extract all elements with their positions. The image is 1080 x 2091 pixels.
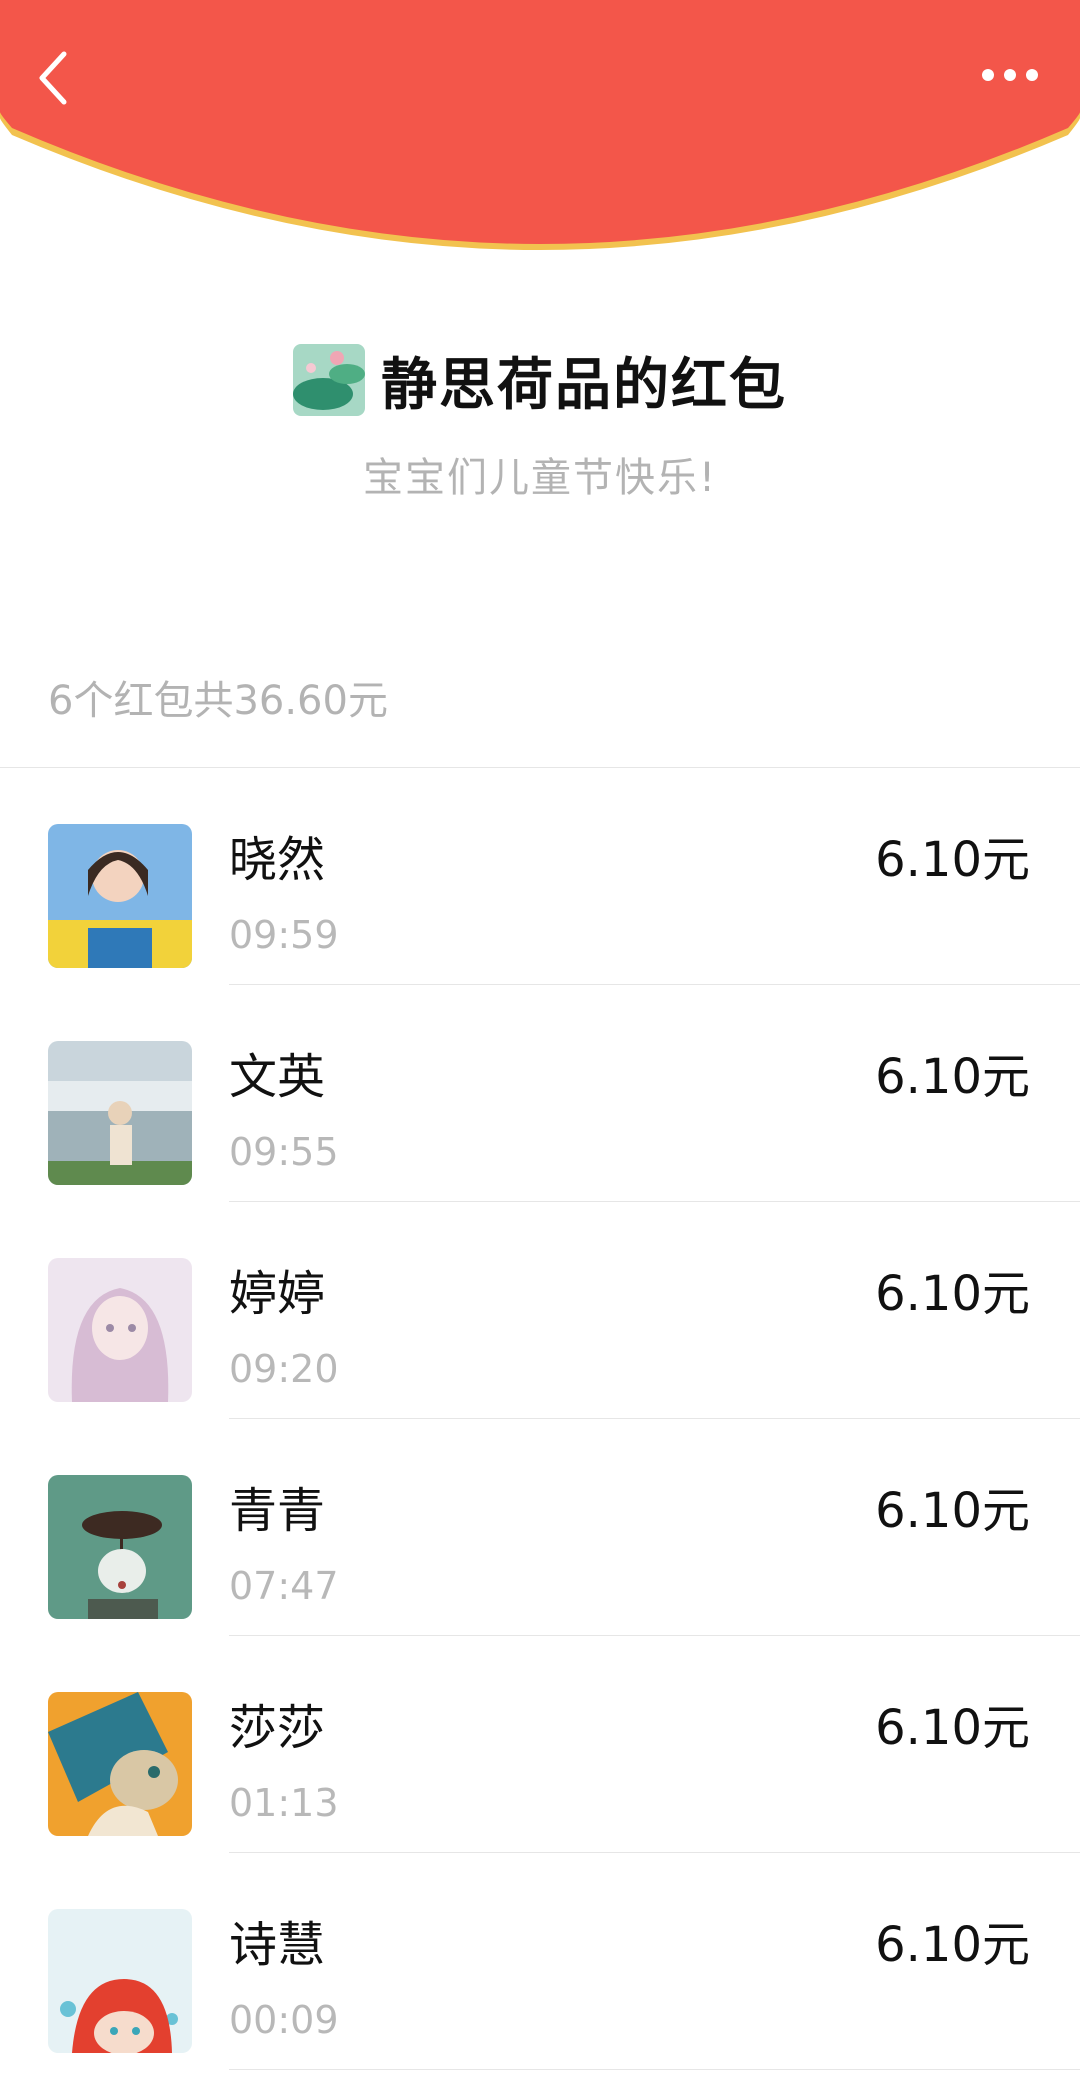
receive-time: 00:09 [229,1998,339,2042]
receive-time: 09:55 [229,1130,339,1174]
divider [229,2069,1080,2070]
receiver-name: 青青 [229,1483,326,1539]
receive-time: 01:13 [229,1781,339,1825]
receiver-name: 诗慧 [229,1917,326,1973]
more-button[interactable] [970,40,1050,110]
avatar[interactable] [48,1692,192,1836]
ellipsis-icon [982,69,1038,81]
list-item[interactable]: 诗慧 00:09 6.10元 [0,1853,1080,2070]
avatar[interactable] [48,1475,192,1619]
receive-amount: 6.10元 [875,832,1030,888]
receive-amount: 6.10元 [875,1049,1030,1105]
list-item[interactable]: 婷婷 09:20 6.10元 [0,1202,1080,1419]
packet-summary: 6个红包共36.60元 [48,678,388,724]
receiver-list: 晓然 09:59 6.10元 文英 09:55 6.10元 婷婷 09:20 6… [0,768,1080,2070]
receive-amount: 6.10元 [875,1483,1030,1539]
back-button[interactable] [30,40,90,110]
avatar[interactable] [48,824,192,968]
receiver-name: 莎莎 [229,1700,326,1756]
receiver-name: 文英 [229,1049,326,1105]
sender-info: 静思荷品的红包 [0,340,1080,420]
avatar[interactable] [48,1258,192,1402]
receive-amount: 6.10元 [875,1700,1030,1756]
list-item[interactable]: 晓然 09:59 6.10元 [0,768,1080,985]
list-item[interactable]: 青青 07:47 6.10元 [0,1419,1080,1636]
red-packet-header [0,0,1080,260]
blessing-text: 宝宝们儿童节快乐! [362,455,718,501]
receive-amount: 6.10元 [875,1266,1030,1322]
receive-time: 09:59 [229,913,339,957]
receive-time: 07:47 [229,1564,339,1608]
sender-title: 静思荷品的红包 [381,352,787,418]
list-item[interactable]: 文英 09:55 6.10元 [0,985,1080,1202]
receiver-name: 晓然 [229,832,326,888]
receiver-name: 婷婷 [229,1266,326,1322]
chevron-left-icon [39,51,67,105]
sender-avatar[interactable] [293,344,365,416]
receive-amount: 6.10元 [875,1917,1030,1973]
list-item[interactable]: 莎莎 01:13 6.10元 [0,1636,1080,1853]
avatar[interactable] [48,1041,192,1185]
header-background [0,0,1080,250]
receive-time: 09:20 [229,1347,339,1391]
avatar[interactable] [48,1909,192,2053]
lotus-avatar-icon [293,344,365,416]
